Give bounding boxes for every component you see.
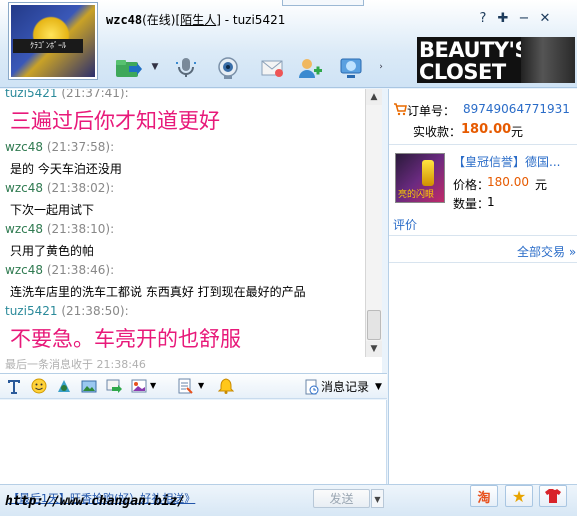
toolbar-more-icon[interactable]: ›: [376, 62, 386, 72]
message-record-button[interactable]: 消息记录: [321, 378, 369, 396]
scroll-down-icon[interactable]: ▼: [366, 341, 382, 357]
message-header: tuzi5421 (21:38:50):: [5, 304, 129, 318]
clothing-icon[interactable]: [539, 485, 567, 507]
contact-status: (在线): [142, 13, 176, 27]
message-record-icon[interactable]: [302, 378, 320, 396]
add-contact-icon[interactable]: [296, 54, 324, 82]
sender-name: tuzi5421: [5, 304, 58, 318]
price-unit: 元: [535, 178, 548, 192]
email-icon[interactable]: [258, 54, 286, 82]
send-file-dropdown-icon[interactable]: ▼: [150, 62, 160, 72]
paid-amount: 180.00: [461, 122, 512, 137]
close-icon[interactable]: ✕: [536, 10, 554, 28]
sender-name: wzc48: [5, 263, 43, 277]
product-thumbnail[interactable]: 亮的闪眼: [395, 153, 445, 203]
send-file-icon[interactable]: [113, 54, 145, 82]
order-panel: 订单号： 89749064771931 实收款： 180.00 元 亮的闪眼 【…: [388, 89, 577, 484]
price-label: 价格：: [453, 178, 490, 192]
message-header: wzc48 (21:38:02):: [5, 181, 114, 195]
send-picture-icon[interactable]: [105, 377, 123, 395]
message-time: (21:37:58):: [46, 140, 115, 154]
message-text: 不要急。车亮开的也舒服: [10, 327, 241, 351]
message-text: 下次一起用试下: [10, 203, 95, 217]
divider: [389, 235, 577, 236]
message-text: 连洗车店里的洗车工都说 东西真好 打到现在最好的产品: [10, 285, 306, 299]
divider: [389, 144, 577, 145]
nudge-icon[interactable]: [217, 377, 235, 395]
help-icon[interactable]: ?: [474, 10, 492, 28]
taobao-icon[interactable]: 淘: [470, 485, 498, 507]
scroll-thumb[interactable]: [367, 310, 381, 340]
contact-avatar[interactable]: ｸﾗｺﾞﾝﾎﾞｰﾙ: [11, 5, 95, 77]
message-time: (21:38:50):: [61, 304, 129, 318]
sender-name: wzc48: [5, 181, 43, 195]
remote-assist-icon[interactable]: [336, 54, 366, 82]
ad-banner-text: BEAUTY'S CLOSET: [419, 38, 530, 83]
scroll-up-icon[interactable]: ▲: [366, 89, 382, 105]
divider: [389, 262, 577, 263]
last-message-status: 最后一条消息收于 21:38:46: [0, 357, 382, 373]
send-options-dropdown-icon[interactable]: ▼: [371, 489, 384, 508]
quantity-value: 1: [487, 195, 495, 209]
picture-dropdown-icon[interactable]: ▼: [150, 381, 158, 390]
partial-tab[interactable]: [282, 0, 364, 6]
ad-banner-model-image: [521, 37, 575, 83]
paid-amount-label: 实收款：: [413, 125, 462, 139]
product-bottle-image: [422, 160, 434, 186]
font-icon[interactable]: [5, 377, 23, 395]
message-text: 只用了黄色的帕: [10, 244, 95, 258]
paid-amount-unit: 元: [511, 125, 524, 139]
send-button[interactable]: 发送: [313, 489, 370, 508]
emoticon-icon[interactable]: [30, 377, 48, 395]
chat-history: tuzi5421 (21:37:41): 三遍过后你才知道更好 wzc48 (2…: [0, 89, 382, 357]
message-record-dropdown-icon[interactable]: ▼: [375, 378, 385, 396]
sender-name: wzc48: [5, 222, 43, 236]
all-trades-link[interactable]: 全部交易 »: [517, 243, 576, 260]
message-time: (21:38:02):: [46, 181, 115, 195]
pin-icon[interactable]: ✚: [494, 10, 512, 28]
voice-call-icon[interactable]: [172, 54, 200, 82]
message-input[interactable]: [0, 400, 387, 484]
screenshot-icon[interactable]: [80, 377, 98, 395]
ad-banner[interactable]: BEAUTY'S CLOSET: [417, 37, 575, 83]
minimize-icon[interactable]: −: [515, 10, 533, 28]
message-text: 是的 今天车泊还没用: [10, 162, 122, 176]
quantity-label: 数量：: [453, 197, 490, 211]
ad-line-1: BEAUTY'S: [419, 38, 530, 62]
title-separator: -: [220, 13, 233, 27]
favorite-star-icon[interactable]: ★: [505, 485, 533, 507]
product-title-link[interactable]: 【皇冠信誉】德国...: [453, 153, 573, 170]
stranger-tag[interactable]: 陌生人: [180, 13, 216, 27]
self-name: tuzi5421: [232, 13, 286, 27]
message-time: (21:37:41):: [61, 89, 129, 100]
input-toolbar: ▼ ▼ 消息记录 ▼: [0, 374, 387, 399]
ad-line-2: CLOSET: [419, 60, 506, 83]
order-number[interactable]: 89749064771931: [463, 102, 570, 116]
product-thumbnail-label: 亮的闪眼: [398, 190, 435, 200]
contact-name[interactable]: wzc48: [106, 13, 142, 27]
preset-reply-icon[interactable]: [176, 377, 194, 395]
window-title: wzc48(在线)[陌生人] - tuzi5421: [106, 13, 286, 27]
video-call-icon[interactable]: [214, 54, 242, 82]
message-header: wzc48 (21:37:58):: [5, 140, 114, 154]
contact-avatar-frame[interactable]: ｸﾗｺﾞﾝﾎﾞｰﾙ: [8, 2, 98, 80]
message-time: (21:38:46):: [46, 263, 115, 277]
picture-icon[interactable]: [130, 377, 148, 395]
sender-name: tuzi5421: [5, 89, 58, 100]
avatar-badge-text: ｸﾗｺﾞﾝﾎﾞｰﾙ: [13, 39, 83, 53]
rate-link[interactable]: 评价: [393, 216, 417, 233]
message-header: wzc48 (21:38:10):: [5, 222, 114, 236]
message-text: 三遍过后你才知道更好: [10, 109, 220, 133]
preset-reply-dropdown-icon[interactable]: ▼: [198, 381, 206, 390]
watermark: http://www.changan.biz/: [5, 494, 186, 509]
message-time: (21:38:10):: [46, 222, 115, 236]
message-header: tuzi5421 (21:37:41):: [5, 89, 129, 100]
cart-icon: [393, 102, 407, 116]
message-header: wzc48 (21:38:46):: [5, 263, 114, 277]
chat-scrollbar[interactable]: ▲ ▼: [365, 89, 382, 357]
magic-emoticon-icon[interactable]: [55, 377, 73, 395]
price-value: 180.00: [487, 175, 529, 189]
sender-name: wzc48: [5, 140, 43, 154]
order-number-label: 订单号：: [407, 104, 456, 118]
